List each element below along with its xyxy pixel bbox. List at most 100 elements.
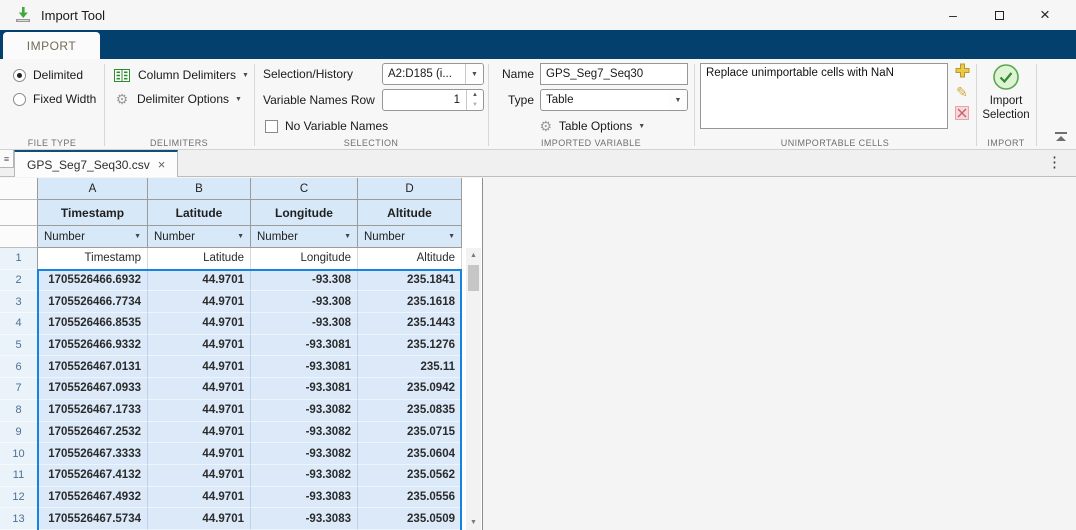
close-tab-icon[interactable]: ×: [158, 157, 166, 172]
cell[interactable]: 235.0835: [358, 400, 462, 422]
row-number[interactable]: 9: [0, 422, 38, 444]
cell[interactable]: 1705526466.9332: [38, 335, 148, 357]
spinner-up-icon[interactable]: ▲: [467, 90, 483, 100]
maximize-button[interactable]: [976, 0, 1022, 30]
column-delimiters-button[interactable]: Column Delimiters ▼: [104, 64, 254, 86]
cell[interactable]: 1705526466.8535: [38, 313, 148, 335]
cell[interactable]: 235.0715: [358, 422, 462, 444]
cell[interactable]: -93.3081: [251, 356, 358, 378]
cell[interactable]: 44.9701: [148, 487, 251, 509]
column-header-a[interactable]: A: [38, 178, 148, 200]
type-dropdown-b[interactable]: Number▼: [148, 226, 251, 248]
row-number[interactable]: 13: [0, 508, 38, 530]
cell[interactable]: -93.3081: [251, 378, 358, 400]
row-number[interactable]: 12: [0, 487, 38, 509]
cell[interactable]: 44.9701: [148, 356, 251, 378]
cell[interactable]: 235.0942: [358, 378, 462, 400]
document-tab-gps-csv[interactable]: GPS_Seg7_Seq30.csv ×: [14, 150, 178, 177]
add-rule-button plus-icon[interactable]: [955, 63, 970, 78]
close-button[interactable]: ×: [1022, 0, 1068, 30]
vertical-ellipsis-icon[interactable]: ⋮: [1047, 153, 1062, 171]
cell[interactable]: 44.9701: [148, 291, 251, 313]
cell[interactable]: -93.3081: [251, 335, 358, 357]
variable-name-altitude[interactable]: Altitude: [358, 200, 462, 226]
cell[interactable]: 235.0556: [358, 487, 462, 509]
scroll-up-icon[interactable]: ▲: [466, 248, 481, 263]
row-number[interactable]: 8: [0, 400, 38, 422]
variable-names-row-spinner[interactable]: 1 ▲ ▼: [382, 89, 484, 111]
variable-name-timestamp[interactable]: Timestamp: [38, 200, 148, 226]
cell[interactable]: 44.9701: [148, 443, 251, 465]
cell[interactable]: 44.9701: [148, 400, 251, 422]
scrollbar-thumb[interactable]: [468, 265, 479, 291]
row-number[interactable]: 6: [0, 356, 38, 378]
cell[interactable]: -93.3082: [251, 465, 358, 487]
variable-name-longitude[interactable]: Longitude: [251, 200, 358, 226]
variable-name-latitude[interactable]: Latitude: [148, 200, 251, 226]
delimiter-options-button[interactable]: ⚙ Delimiter Options ▼: [104, 88, 254, 110]
cell[interactable]: 1705526466.7734: [38, 291, 148, 313]
delete-rule-button delete-x-icon[interactable]: [955, 106, 969, 120]
cell[interactable]: -93.3083: [251, 508, 358, 530]
cell[interactable]: 44.9701: [148, 378, 251, 400]
row-number[interactable]: 5: [0, 335, 38, 357]
cell[interactable]: -93.3082: [251, 443, 358, 465]
cell[interactable]: 1705526467.5734: [38, 508, 148, 530]
unimportable-rules-list[interactable]: Replace unimportable cells with NaN: [700, 63, 948, 129]
cell[interactable]: 235.1276: [358, 335, 462, 357]
scroll-down-icon[interactable]: ▼: [466, 515, 481, 530]
cell[interactable]: Longitude: [251, 248, 358, 270]
name-input[interactable]: GPS_Seg7_Seq30: [540, 63, 688, 85]
column-header-d[interactable]: D: [358, 178, 462, 200]
cell[interactable]: 1705526467.4132: [38, 465, 148, 487]
cell[interactable]: 235.0509: [358, 508, 462, 530]
type-dropdown-d[interactable]: Number▼: [358, 226, 462, 248]
cell[interactable]: 1705526467.0131: [38, 356, 148, 378]
cell[interactable]: 44.9701: [148, 335, 251, 357]
cell[interactable]: -93.3082: [251, 422, 358, 444]
selection-history-combo[interactable]: A2:D185 (i... ▼: [382, 63, 484, 85]
cell[interactable]: 235.11: [358, 356, 462, 378]
cell[interactable]: 235.1841: [358, 270, 462, 292]
cell[interactable]: Latitude: [148, 248, 251, 270]
cell[interactable]: -93.3082: [251, 400, 358, 422]
cell[interactable]: 1705526467.1733: [38, 400, 148, 422]
cell[interactable]: Timestamp: [38, 248, 148, 270]
drag-handle-icon[interactable]: ≡: [0, 150, 14, 168]
row-number[interactable]: 10: [0, 443, 38, 465]
tab-import[interactable]: IMPORT: [3, 32, 100, 59]
cell[interactable]: 44.9701: [148, 422, 251, 444]
cell[interactable]: Altitude: [358, 248, 462, 270]
type-dropdown-c[interactable]: Number▼: [251, 226, 358, 248]
column-header-c[interactable]: C: [251, 178, 358, 200]
cell[interactable]: 1705526467.3333: [38, 443, 148, 465]
row-number[interactable]: 1: [0, 248, 38, 270]
cell[interactable]: -93.3083: [251, 487, 358, 509]
minimize-button[interactable]: –: [930, 0, 976, 30]
row-number[interactable]: 2: [0, 270, 38, 292]
cell[interactable]: -93.308: [251, 270, 358, 292]
collapse-ribbon-button collapse-up-icon[interactable]: [1054, 132, 1068, 143]
cell[interactable]: 1705526466.6932: [38, 270, 148, 292]
cell[interactable]: 44.9701: [148, 313, 251, 335]
no-variable-names-checkbox[interactable]: No Variable Names: [254, 115, 488, 137]
cell[interactable]: 235.1443: [358, 313, 462, 335]
cell[interactable]: 1705526467.4932: [38, 487, 148, 509]
cell[interactable]: 44.9701: [148, 508, 251, 530]
row-number[interactable]: 4: [0, 313, 38, 335]
cell[interactable]: -93.308: [251, 313, 358, 335]
radio-fixed-width[interactable]: Fixed Width: [0, 88, 104, 110]
cell[interactable]: 1705526467.2532: [38, 422, 148, 444]
row-number[interactable]: 3: [0, 291, 38, 313]
cell[interactable]: 1705526467.0933: [38, 378, 148, 400]
type-combo[interactable]: Table ▼: [540, 89, 688, 111]
unimportable-rule-item[interactable]: Replace unimportable cells with NaN: [706, 67, 894, 79]
cell[interactable]: 44.9701: [148, 465, 251, 487]
vertical-scrollbar[interactable]: ▲ ▼: [466, 248, 481, 530]
cell[interactable]: 235.0604: [358, 443, 462, 465]
cell[interactable]: 44.9701: [148, 270, 251, 292]
type-dropdown-a[interactable]: Number▼: [38, 226, 148, 248]
row-number[interactable]: 11: [0, 465, 38, 487]
chevron-down-icon[interactable]: ▼: [669, 90, 687, 110]
cell[interactable]: -93.308: [251, 291, 358, 313]
